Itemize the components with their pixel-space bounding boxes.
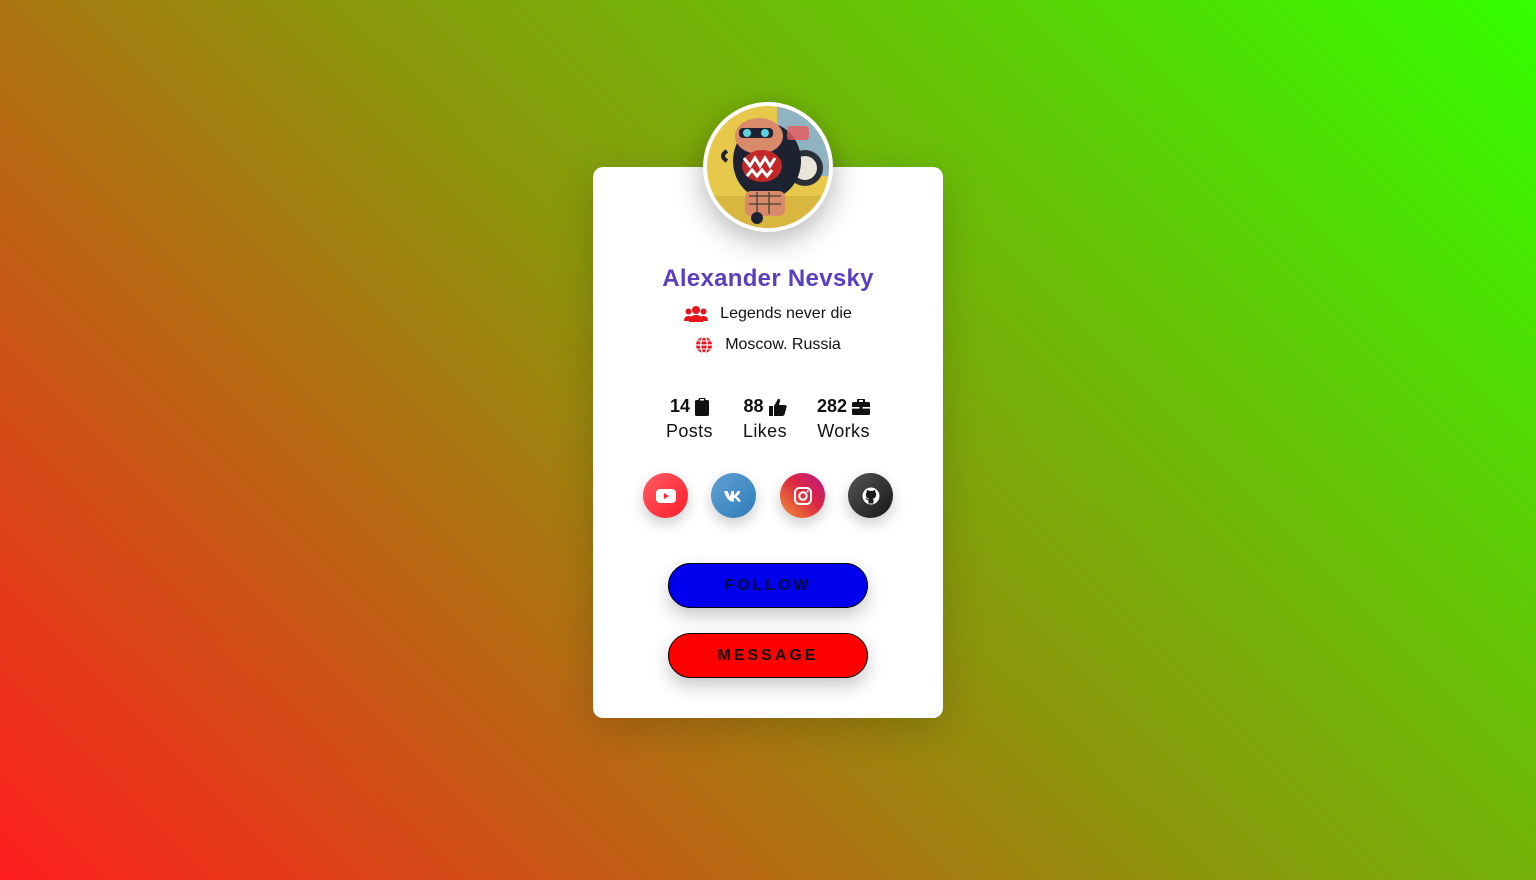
stat-label: Works xyxy=(817,421,870,441)
clipboard-icon xyxy=(694,397,709,416)
profile-name: Alexander Nevsky xyxy=(662,265,874,292)
briefcase-icon xyxy=(852,398,871,415)
users-icon xyxy=(684,306,709,322)
stat-label: Posts xyxy=(665,421,713,441)
stats-row: 14 Posts 88 Likes 282 Works xyxy=(593,396,943,442)
location-text: Moscow. Russia xyxy=(725,336,841,353)
location-row: Moscow. Russia xyxy=(593,336,943,354)
stat-posts[interactable]: 14 Posts xyxy=(666,396,713,442)
message-button[interactable]: MESSAGE xyxy=(668,633,868,678)
youtube-button[interactable] xyxy=(643,473,688,518)
thumbs-up-icon xyxy=(768,398,787,416)
instagram-button[interactable] xyxy=(780,473,825,518)
github-button[interactable] xyxy=(848,473,893,518)
youtube-icon xyxy=(655,488,676,503)
stat-value: 14 xyxy=(669,396,690,416)
avatar xyxy=(703,102,833,232)
stat-value: 282 xyxy=(817,396,848,416)
tagline-text: Legends never die xyxy=(720,305,852,322)
instagram-icon xyxy=(793,486,812,505)
vk-icon xyxy=(723,490,741,501)
stat-works[interactable]: 282 Works xyxy=(817,396,871,442)
vk-button[interactable] xyxy=(711,473,756,518)
globe-icon xyxy=(696,336,713,354)
tagline-row: Legends never die xyxy=(593,305,943,323)
follow-button[interactable]: FOLLOW xyxy=(668,563,868,608)
github-icon xyxy=(862,487,879,504)
social-links xyxy=(593,473,943,518)
illustrated-creature-avatar xyxy=(707,106,829,228)
stat-likes[interactable]: 88 Likes xyxy=(743,396,787,442)
stat-value: 88 xyxy=(743,396,764,416)
stat-label: Likes xyxy=(742,421,787,441)
